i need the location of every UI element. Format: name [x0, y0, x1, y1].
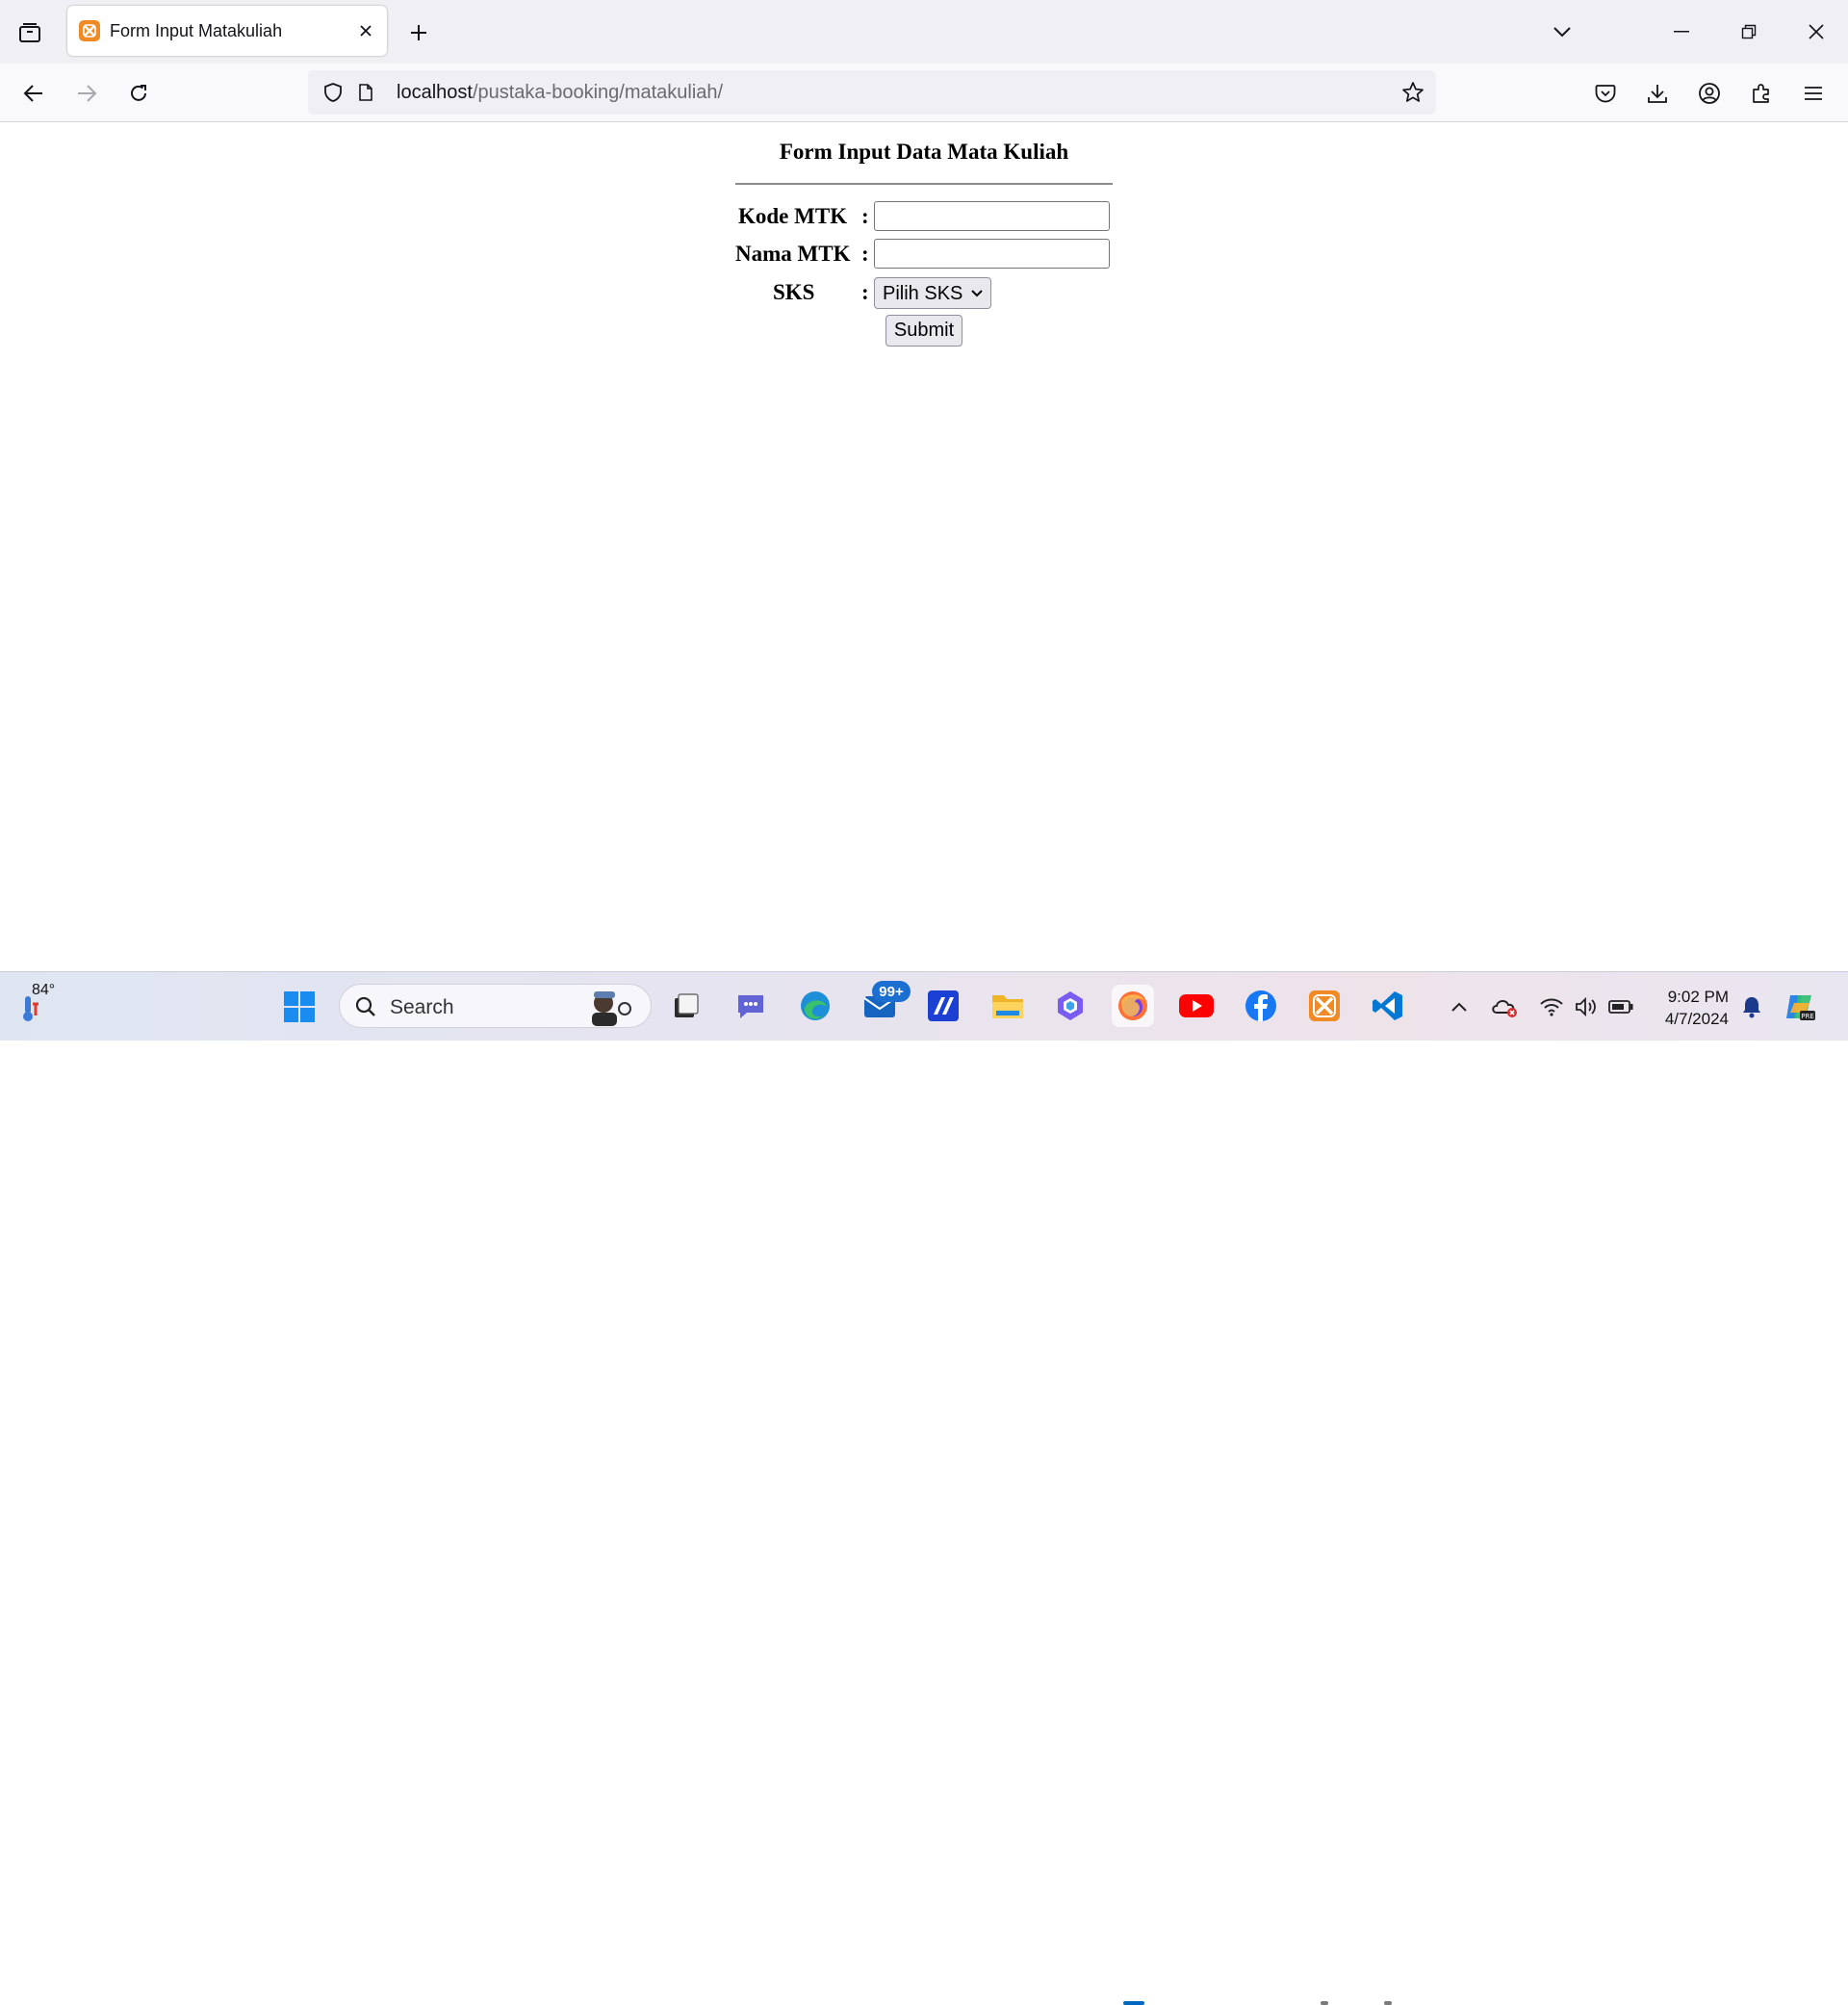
page-content: Form Input Data Mata Kuliah Kode MTK : N…	[0, 122, 1848, 971]
minimize-icon[interactable]	[1665, 15, 1698, 48]
list-all-tabs-icon[interactable]	[1546, 15, 1578, 48]
sks-select-value: Pilih SKS	[883, 283, 963, 304]
search-label: Search	[390, 996, 454, 1018]
url-bar[interactable]: localhost/pustaka-booking/matakuliah/	[308, 70, 1436, 115]
sks-colon: :	[861, 280, 869, 304]
tab-list-icon[interactable]	[13, 16, 46, 49]
bookmark-star-icon[interactable]	[1398, 77, 1428, 108]
back-icon[interactable]	[17, 77, 50, 110]
tab-bar: Form Input Matakuliah	[0, 0, 1848, 64]
search-icon	[353, 994, 378, 1019]
downloads-icon[interactable]	[1641, 77, 1674, 110]
wifi-icon[interactable]	[1536, 991, 1567, 1022]
kode-mtk-label: Kode MTK	[738, 204, 848, 228]
windows-start-icon[interactable]	[278, 986, 321, 1028]
submit-button[interactable]: Submit	[886, 315, 962, 347]
forward-icon[interactable]	[70, 77, 103, 110]
copilot-preview-icon[interactable]: PRE	[1781, 988, 1819, 1026]
windows-taskbar: 84° Search 99+ 9:02 PM 4/7/2024 PRE	[0, 971, 1848, 2005]
system-clock[interactable]: 9:02 PM 4/7/2024	[1652, 986, 1729, 1030]
show-hidden-icons-chevron-icon[interactable]	[1444, 991, 1475, 1022]
firefox-running-indicator	[1123, 2001, 1144, 2005]
weather-temperature: 84°	[32, 982, 56, 998]
volume-icon[interactable]	[1571, 991, 1602, 1022]
url-host: localhost	[397, 82, 473, 103]
kode-mtk-colon: :	[861, 204, 869, 228]
nama-mtk-label: Nama MTK	[735, 242, 851, 266]
task-view-icon[interactable]	[665, 985, 707, 1027]
close-window-icon[interactable]	[1800, 15, 1833, 48]
nama-mtk-input[interactable]	[874, 239, 1110, 269]
vscode-running-indicator	[1384, 2001, 1392, 2005]
page-info-icon[interactable]	[350, 77, 381, 108]
file-explorer-icon[interactable]	[987, 985, 1029, 1027]
facebook-icon[interactable]	[1240, 985, 1282, 1027]
onedrive-offline-icon[interactable]	[1489, 991, 1522, 1022]
pocket-icon[interactable]	[1589, 77, 1622, 110]
tab-title: Form Input Matakuliah	[110, 21, 283, 40]
teams-chat-icon[interactable]	[730, 985, 772, 1027]
edge-browser-icon[interactable]	[794, 985, 836, 1027]
svg-text:PRE: PRE	[1801, 1013, 1814, 1020]
ai-writer-app-icon[interactable]	[922, 985, 964, 1027]
tracking-protection-shield-icon[interactable]	[318, 77, 348, 108]
taskbar-search[interactable]: Search	[339, 984, 652, 1028]
firefox-taskbar-icon[interactable]	[1112, 985, 1154, 1027]
chevron-down-icon	[971, 290, 983, 297]
nama-mtk-colon: :	[861, 242, 869, 266]
menu-hamburger-icon[interactable]	[1797, 77, 1830, 110]
xampp-favicon-icon	[79, 20, 100, 41]
sks-select[interactable]: Pilih SKS	[874, 277, 991, 309]
clock-time: 9:02 PM	[1667, 988, 1729, 1006]
search-highlight-figure-icon	[580, 987, 638, 1027]
account-icon[interactable]	[1693, 77, 1726, 110]
vscode-icon[interactable]	[1367, 985, 1409, 1027]
youtube-icon[interactable]	[1175, 985, 1218, 1027]
extensions-icon[interactable]	[1745, 77, 1778, 110]
restore-icon[interactable]	[1732, 15, 1765, 48]
battery-icon[interactable]	[1605, 991, 1636, 1022]
tab-close-icon[interactable]	[350, 15, 381, 46]
reload-icon[interactable]	[122, 77, 155, 110]
url-path: /pustaka-booking/matakuliah/	[472, 82, 724, 103]
sks-label: SKS	[773, 280, 815, 304]
clock-date: 4/7/2024	[1664, 1010, 1729, 1028]
mail-unread-badge: 99+	[872, 981, 911, 1002]
new-tab-icon[interactable]	[402, 16, 435, 49]
title-divider	[735, 183, 1113, 185]
kode-mtk-input[interactable]	[874, 201, 1110, 231]
active-tab[interactable]: Form Input Matakuliah	[67, 6, 387, 56]
form-title: Form Input Data Mata Kuliah	[779, 140, 1069, 164]
xampp-taskbar-icon[interactable]	[1303, 985, 1346, 1027]
copilot-app-icon[interactable]	[1049, 985, 1091, 1027]
url-text[interactable]: localhost/pustaka-booking/matakuliah/	[397, 82, 723, 104]
notification-bell-icon[interactable]	[1736, 991, 1767, 1022]
xampp-running-indicator	[1321, 2001, 1328, 2005]
